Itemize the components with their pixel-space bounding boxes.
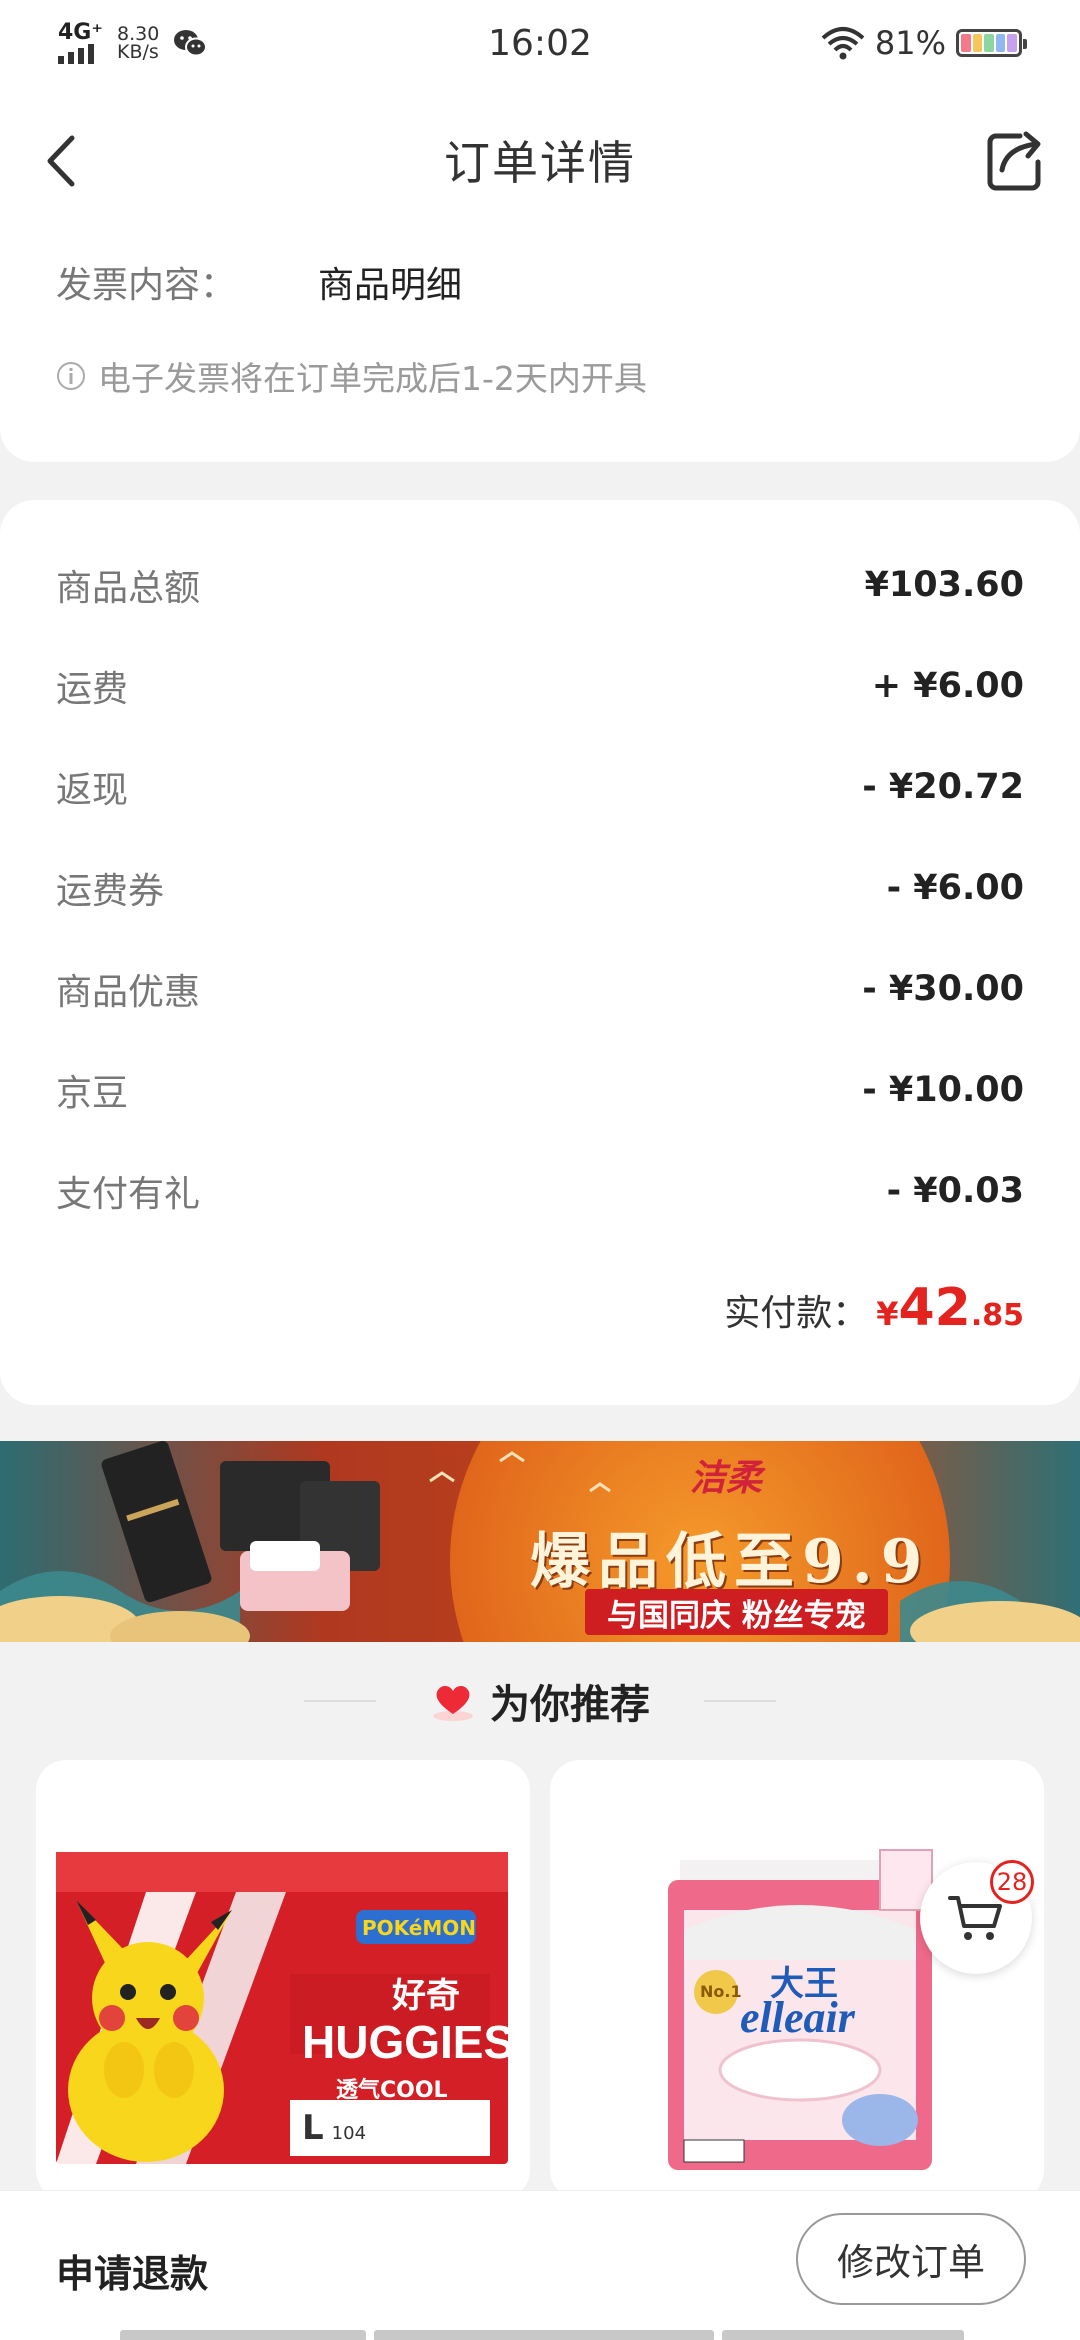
network-speed: 8.30 KB/s xyxy=(116,25,159,63)
total-currency: ¥ xyxy=(876,1295,899,1333)
invoice-content-row: 发票内容： 商品明细 xyxy=(56,256,462,308)
floating-cart-button[interactable]: 28 xyxy=(920,1860,1034,1974)
signal-indicator: 4G⁺ xyxy=(58,22,103,64)
total-label: 实付款： xyxy=(724,1293,869,1334)
modify-order-button[interactable]: 修改订单 xyxy=(796,2213,1026,2305)
size-count: 104 xyxy=(331,2123,367,2144)
cart-icon xyxy=(948,1896,1002,1940)
page-title: 订单详情 xyxy=(444,136,636,190)
share-icon[interactable] xyxy=(980,124,1050,194)
battery-percent: 81% xyxy=(874,24,946,62)
network-type: 4G⁺ xyxy=(58,20,103,45)
price-row-shipping-coupon: 运费券 - ¥6.00 xyxy=(56,858,1024,918)
back-icon[interactable] xyxy=(38,126,86,196)
banner-headline: 爆品低至9.9 xyxy=(530,1527,931,1597)
invoice-label: 发票内容： xyxy=(56,265,237,306)
clock: 16:02 xyxy=(488,22,592,64)
product-size: L 104 xyxy=(302,2108,366,2148)
product-brand-huggies: HUGGIES xyxy=(302,2016,515,2068)
info-icon xyxy=(57,362,85,390)
product-card-elleair[interactable]: 大王 elleair No.1 xyxy=(550,1760,1044,2200)
price-value: ¥103.60 xyxy=(864,565,1024,605)
price-label: 商品优惠 xyxy=(56,972,201,1013)
banner-subtitle: 与国同庆 粉丝专宠 xyxy=(585,1589,888,1635)
price-label: 返现 xyxy=(56,770,129,811)
banner-brand: 洁柔 xyxy=(690,1458,763,1499)
product-partner: POKéMON xyxy=(362,1916,477,1940)
price-label: 商品总额 xyxy=(56,568,201,609)
invoice-note: 电子发票将在订单完成后1-2天内开具 xyxy=(56,352,647,400)
price-row-subtotal: 商品总额 ¥103.60 xyxy=(56,555,1024,615)
price-value: - ¥0.03 xyxy=(886,1171,1024,1211)
price-value: - ¥30.00 xyxy=(862,969,1024,1009)
heart-icon xyxy=(433,1685,473,1721)
status-bar: 4G⁺ 8.30 KB/s 16:02 81% xyxy=(0,0,1080,86)
product-card-huggies[interactable]: HUGGIES 好奇 透气COOL POKéMON L 104 xyxy=(36,1760,530,2200)
price-row-cashback: 返现 - ¥20.72 xyxy=(56,757,1024,817)
total-integer: 42 xyxy=(898,1278,971,1338)
battery-icon xyxy=(956,29,1027,57)
divider xyxy=(304,1700,376,1702)
invoice-note-text: 电子发票将在订单完成后1-2天内开具 xyxy=(98,359,647,398)
price-label: 运费 xyxy=(56,669,129,710)
signal-bars-icon xyxy=(58,44,94,64)
product-tagline: 透气COOL xyxy=(336,2078,448,2103)
nav-header: 订单详情 xyxy=(0,86,1080,234)
divider xyxy=(704,1700,776,1702)
promo-banner[interactable]: 洁柔 爆品低至9.9 与国同庆 粉丝专宠 xyxy=(0,1441,1080,1642)
cart-count-badge: 28 xyxy=(990,1860,1034,1904)
apply-refund-link[interactable]: 申请退款 xyxy=(56,2243,208,2298)
size-label: L xyxy=(302,2108,324,2148)
price-breakdown-card: 商品总额 ¥103.60 运费 + ¥6.00 返现 - ¥20.72 运费券 … xyxy=(0,500,1080,1405)
total-paid: 实付款： ¥ 42 .85 xyxy=(724,1278,1024,1338)
next-row-preview xyxy=(120,2330,964,2340)
product-brand-cn: 好奇 xyxy=(392,1976,460,2016)
product-brand-elleair: elleair xyxy=(740,1993,855,2042)
wifi-icon xyxy=(821,27,865,60)
status-right: 81% xyxy=(722,24,1027,62)
recommend-header: 为你推荐 xyxy=(0,1660,1080,1742)
price-value: - ¥10.00 xyxy=(862,1070,1024,1110)
price-value: - ¥20.72 xyxy=(862,767,1024,807)
product-badge: No.1 xyxy=(700,1982,742,2001)
price-label: 运费券 xyxy=(56,871,165,912)
price-label: 支付有礼 xyxy=(56,1174,201,1215)
speed-unit: KB/s xyxy=(116,41,159,63)
price-row-payment-gift: 支付有礼 - ¥0.03 xyxy=(56,1161,1024,1221)
price-value: - ¥6.00 xyxy=(886,868,1024,908)
invoice-value: 商品明细 xyxy=(318,265,463,306)
recommend-title: 为你推荐 xyxy=(490,1682,650,1728)
price-row-jingdou: 京豆 - ¥10.00 xyxy=(56,1060,1024,1120)
status-left: 4G⁺ 8.30 KB/s xyxy=(58,22,358,64)
bottom-action-bar: 申请退款 修改订单 xyxy=(0,2190,1080,2340)
price-row-shipping: 运费 + ¥6.00 xyxy=(56,656,1024,716)
wechat-icon xyxy=(174,30,208,57)
total-decimal: .85 xyxy=(970,1298,1024,1333)
price-value: + ¥6.00 xyxy=(871,666,1024,706)
price-row-discount: 商品优惠 - ¥30.00 xyxy=(56,959,1024,1019)
price-label: 京豆 xyxy=(56,1073,129,1114)
invoice-card: 发票内容： 商品明细 电子发票将在订单完成后1-2天内开具 xyxy=(0,234,1080,462)
